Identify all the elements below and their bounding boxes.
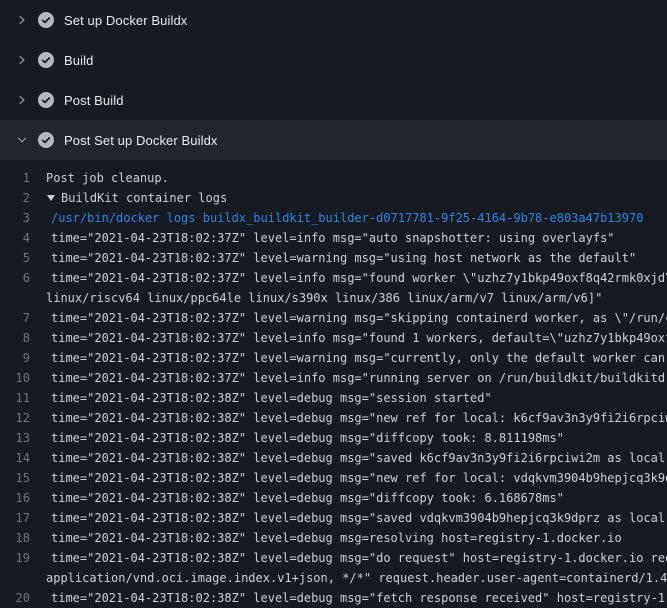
step-header[interactable]: Post Build <box>0 80 667 120</box>
log-line-text: time="2021-04-23T18:02:38Z" level=debug … <box>46 588 667 608</box>
log-line-text: Post job cleanup. <box>46 168 169 188</box>
log-line-text: time="2021-04-23T18:02:38Z" level=debug … <box>46 528 622 548</box>
log-line: 3 /usr/bin/docker logs buildx_buildkit_b… <box>0 208 667 228</box>
log-line: 15 time="2021-04-23T18:02:38Z" level=deb… <box>0 468 667 488</box>
log-line-number[interactable]: 18 <box>0 528 46 548</box>
log-line-text: application/vnd.oci.image.index.v1+json,… <box>46 568 667 588</box>
log-line-text: time="2021-04-23T18:02:38Z" level=debug … <box>46 388 492 408</box>
log-line-text: BuildKit container logs <box>61 188 227 208</box>
log-line: 17 time="2021-04-23T18:02:38Z" level=deb… <box>0 508 667 528</box>
workflow-log-viewer: Set up Docker Buildx Build P <box>0 0 667 600</box>
log-line: 14 time="2021-04-23T18:02:38Z" level=deb… <box>0 448 667 468</box>
log-line-number[interactable]: 5 <box>0 248 46 268</box>
log-line-number[interactable]: 16 <box>0 488 46 508</box>
log-line-number[interactable]: 7 <box>0 308 46 328</box>
log-line-number[interactable] <box>0 288 46 308</box>
step-header[interactable]: Build <box>0 40 667 80</box>
log-line: 2 BuildKit container logs <box>0 188 667 208</box>
log-line-number[interactable]: 19 <box>0 548 46 568</box>
log-line: 19 time="2021-04-23T18:02:38Z" level=deb… <box>0 548 667 568</box>
log-line-number[interactable]: 3 <box>0 208 46 228</box>
step-label: Post Build <box>64 93 124 108</box>
log-line-text: time="2021-04-23T18:02:37Z" level=warnin… <box>46 248 636 268</box>
log-line: 7 time="2021-04-23T18:02:37Z" level=warn… <box>0 308 667 328</box>
log-line-number[interactable]: 11 <box>0 388 46 408</box>
log-line-text: time="2021-04-23T18:02:37Z" level=info m… <box>46 228 615 248</box>
log-line-number[interactable]: 6 <box>0 268 46 288</box>
log-line-text: time="2021-04-23T18:02:38Z" level=debug … <box>46 428 564 448</box>
log-line: 5 time="2021-04-23T18:02:37Z" level=warn… <box>0 248 667 268</box>
check-circle-icon <box>38 52 54 68</box>
log-line-number[interactable]: 2 <box>0 188 46 208</box>
log-line-text: time="2021-04-23T18:02:37Z" level=info m… <box>46 368 667 388</box>
log-line-text: time="2021-04-23T18:02:38Z" level=debug … <box>46 488 564 508</box>
step-label: Post Set up Docker Buildx <box>64 133 218 148</box>
log-line: 6 time="2021-04-23T18:02:37Z" level=info… <box>0 268 667 288</box>
log-line-number[interactable]: 4 <box>0 228 46 248</box>
chevron-icon[interactable] <box>14 92 30 108</box>
log-line-text: linux/riscv64 linux/ppc64le linux/s390x … <box>46 288 602 308</box>
log-line-text: time="2021-04-23T18:02:37Z" level=warnin… <box>46 308 667 328</box>
log-line-text: time="2021-04-23T18:02:37Z" level=info m… <box>46 328 667 348</box>
log-line-text: time="2021-04-23T18:02:38Z" level=debug … <box>46 408 667 428</box>
chevron-icon[interactable] <box>14 52 30 68</box>
check-circle-icon <box>38 92 54 108</box>
check-circle-icon <box>38 12 54 28</box>
log-line: application/vnd.oci.image.index.v1+json,… <box>0 568 667 588</box>
log-line-number[interactable]: 10 <box>0 368 46 388</box>
chevron-icon[interactable] <box>14 132 30 148</box>
log-line: 11 time="2021-04-23T18:02:38Z" level=deb… <box>0 388 667 408</box>
log-line-text: time="2021-04-23T18:02:38Z" level=debug … <box>46 448 667 468</box>
step-label: Set up Docker Buildx <box>64 13 187 28</box>
log-line-text: time="2021-04-23T18:02:38Z" level=debug … <box>46 508 667 528</box>
log-line-text: time="2021-04-23T18:02:38Z" level=debug … <box>46 548 667 568</box>
log-line-text: time="2021-04-23T18:02:37Z" level=info m… <box>46 268 667 288</box>
check-circle-icon <box>38 132 54 148</box>
log-line-number[interactable] <box>0 568 46 588</box>
step-header[interactable]: Set up Docker Buildx <box>0 0 667 40</box>
log-line-number[interactable]: 13 <box>0 428 46 448</box>
log-line-number[interactable]: 12 <box>0 408 46 428</box>
log-line-number[interactable]: 1 <box>0 168 46 188</box>
log-line: 9 time="2021-04-23T18:02:37Z" level=warn… <box>0 348 667 368</box>
log-line: 16 time="2021-04-23T18:02:38Z" level=deb… <box>0 488 667 508</box>
log-line: 4 time="2021-04-23T18:02:37Z" level=info… <box>0 228 667 248</box>
log-line-number[interactable]: 15 <box>0 468 46 488</box>
log-line: 12 time="2021-04-23T18:02:38Z" level=deb… <box>0 408 667 428</box>
group-toggle-icon[interactable] <box>47 195 55 201</box>
log-line-text: time="2021-04-23T18:02:37Z" level=warnin… <box>46 348 667 368</box>
log-line: 10 time="2021-04-23T18:02:37Z" level=inf… <box>0 368 667 388</box>
log-area: 1 Post job cleanup. 2 BuildKit container… <box>0 160 667 608</box>
log-line-number[interactable]: 17 <box>0 508 46 528</box>
log-line: linux/riscv64 linux/ppc64le linux/s390x … <box>0 288 667 308</box>
log-line-number[interactable]: 9 <box>0 348 46 368</box>
log-line: 8 time="2021-04-23T18:02:37Z" level=info… <box>0 328 667 348</box>
log-line-number[interactable]: 8 <box>0 328 46 348</box>
log-line-text: time="2021-04-23T18:02:38Z" level=debug … <box>46 468 667 488</box>
log-line: 20 time="2021-04-23T18:02:38Z" level=deb… <box>0 588 667 608</box>
log-line: 13 time="2021-04-23T18:02:38Z" level=deb… <box>0 428 667 448</box>
log-line-number[interactable]: 14 <box>0 448 46 468</box>
chevron-icon[interactable] <box>14 12 30 28</box>
log-line: 1 Post job cleanup. <box>0 168 667 188</box>
step-list: Set up Docker Buildx Build P <box>0 0 667 160</box>
step-header[interactable]: Post Set up Docker Buildx <box>0 120 667 160</box>
step-label: Build <box>64 53 93 68</box>
log-line-text: /usr/bin/docker logs buildx_buildkit_bui… <box>46 208 643 228</box>
log-line: 18 time="2021-04-23T18:02:38Z" level=deb… <box>0 528 667 548</box>
log-line-number[interactable]: 20 <box>0 588 46 608</box>
